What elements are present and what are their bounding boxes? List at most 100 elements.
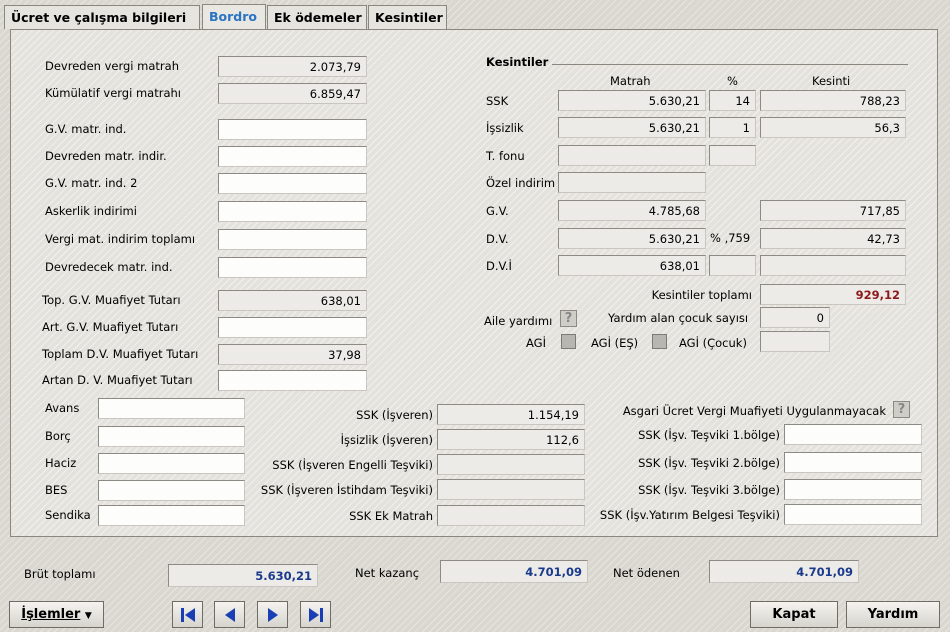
kapat-button[interactable]: Kapat	[750, 601, 838, 628]
yardim-label: Yardım	[867, 607, 919, 622]
left-row-label: Toplam D.V. Muafiyet Tutarı	[42, 347, 199, 361]
left-row-field[interactable]: 37,98	[218, 344, 367, 365]
isveren-row-field[interactable]: 112,6	[437, 429, 585, 450]
brut-toplami-value: 5.630,21	[168, 564, 318, 587]
agi-checkbox[interactable]	[561, 334, 576, 349]
dropdown-arrow-icon: ▼	[84, 611, 92, 621]
kesinti-pct-field[interactable]: 14	[709, 90, 756, 111]
tesvik-row-field[interactable]	[784, 424, 922, 445]
kesinti-row-label: D.V.	[486, 232, 509, 246]
prev-record-button[interactable]	[214, 601, 245, 628]
left-row-label: Top. G.V. Muafiyet Tutarı	[42, 293, 181, 307]
misc-row-field[interactable]	[98, 453, 245, 474]
left-row-field[interactable]	[218, 146, 367, 167]
misc-row-field[interactable]	[98, 398, 245, 419]
kesinti-value-field[interactable]: 717,85	[760, 200, 906, 221]
misc-row-label: Haciz	[45, 456, 77, 470]
next-record-icon	[268, 608, 278, 622]
left-row-label: Askerlik indirimi	[45, 204, 137, 218]
tesvik-row-label: SSK (İşv. Teşviki 3.bölge)	[638, 483, 780, 497]
left-row-field[interactable]	[218, 370, 367, 391]
aile-yardimi-label: Aile yardımı	[484, 314, 553, 328]
net-odenen-value: 4.701,09	[709, 560, 859, 583]
tesvik-row-field[interactable]	[784, 479, 922, 500]
kesintiler-toplami-label: Kesintiler toplamı	[651, 288, 752, 302]
kapat-label: Kapat	[772, 607, 816, 622]
misc-row-field[interactable]	[98, 505, 245, 526]
left-row-field[interactable]: 6.859,47	[218, 83, 367, 104]
tesvik-row-label: SSK (İşv.Yatırım Belgesi Teşviki)	[599, 508, 780, 522]
kesinti-value-field[interactable]	[760, 255, 906, 276]
kesinti-row-label: İşsizlik	[486, 121, 524, 135]
left-row-label: Vergi mat. indirim toplamı	[45, 232, 196, 246]
kesinti-value-field[interactable]: 788,23	[760, 90, 906, 111]
first-record-button[interactable]	[172, 601, 203, 628]
isveren-row-field[interactable]	[437, 479, 585, 500]
left-row-label: Artan D. V. Muafiyet Tutarı	[42, 373, 193, 387]
left-row-field[interactable]: 2.073,79	[218, 56, 367, 77]
tesvik-row-field[interactable]	[784, 452, 922, 473]
kesinti-matrah-field[interactable]	[558, 145, 706, 166]
asgari-ucret-checkbox[interactable]: ?	[893, 401, 910, 418]
left-row-field[interactable]	[218, 119, 367, 140]
tab-ucret[interactable]: Ücret ve çalışma bilgileri	[4, 5, 200, 29]
next-record-button[interactable]	[257, 601, 288, 628]
misc-row-label: Sendika	[45, 508, 91, 522]
left-row-field[interactable]	[218, 173, 367, 194]
isveren-row-label: SSK Ek Matrah	[349, 509, 433, 523]
isveren-row-field[interactable]: 1.154,19	[437, 404, 585, 425]
last-record-icon	[309, 608, 323, 622]
kesinti-pct-field[interactable]	[709, 145, 756, 166]
kesinti-matrah-field[interactable]	[558, 172, 706, 193]
kesinti-matrah-field[interactable]: 5.630,21	[558, 90, 706, 111]
misc-row-label: Borç	[45, 429, 71, 443]
isveren-row-field[interactable]	[437, 505, 585, 526]
kesinti-pct-field[interactable]	[709, 255, 756, 276]
isveren-row-label: SSK (İşveren)	[356, 408, 433, 422]
tab-kesintiler[interactable]: Kesintiler	[368, 5, 447, 29]
isveren-row-label: SSK (İşveren İstihdam Teşviki)	[260, 483, 433, 497]
kesinti-matrah-field[interactable]: 638,01	[558, 255, 706, 276]
agi-label: AGİ	[526, 336, 546, 350]
misc-row-field[interactable]	[98, 426, 245, 447]
left-row-label: Devredecek matr. ind.	[45, 260, 173, 274]
left-row-field[interactable]	[218, 257, 367, 278]
left-row-label: Devreden vergi matrah	[45, 59, 179, 73]
kesinti-row-label: T. fonu	[486, 149, 525, 163]
kesintiler-separator	[552, 64, 908, 65]
isveren-row-field[interactable]	[437, 454, 585, 475]
islemler-button[interactable]: İşlemler ▼	[9, 601, 104, 628]
kesinti-value-field[interactable]: 56,3	[760, 117, 906, 138]
misc-row-field[interactable]	[98, 480, 245, 501]
agi-cocuk-field[interactable]	[760, 331, 830, 352]
tesvik-row-label: SSK (İşv. Teşviki 2.bölge)	[638, 456, 780, 470]
kesinti-pct-field[interactable]: % ,759	[709, 228, 756, 249]
left-row-field[interactable]	[218, 229, 367, 250]
agi-es-checkbox[interactable]	[652, 334, 667, 349]
tab-ek-odemeler[interactable]: Ek ödemeler	[267, 5, 367, 29]
kesinti-matrah-field[interactable]: 4.785,68	[558, 200, 706, 221]
col-pct: %	[727, 74, 738, 88]
kesinti-matrah-field[interactable]: 5.630,21	[558, 228, 706, 249]
islemler-label: İşlemler	[21, 607, 81, 622]
kesinti-matrah-field[interactable]: 5.630,21	[558, 117, 706, 138]
left-row-field[interactable]: 638,01	[218, 290, 367, 311]
isveren-row-label: İşsizlik (İşveren)	[340, 433, 433, 447]
kesinti-row-label: Özel indirim	[486, 176, 556, 190]
net-kazanc-label: Net kazanç	[355, 566, 420, 580]
left-row-label: Kümülatif vergi matrahı	[45, 86, 181, 100]
kesinti-value-field[interactable]: 42,73	[760, 228, 906, 249]
tesvik-row-field[interactable]	[784, 504, 922, 525]
asgari-ucret-label: Asgari Ücret Vergi Muafiyeti Uygulanmaya…	[622, 404, 886, 418]
net-kazanc-value: 4.701,09	[440, 560, 588, 583]
cocuk-sayisi-field[interactable]: 0	[760, 307, 830, 328]
last-record-button[interactable]	[300, 601, 331, 628]
kesinti-row-label: D.V.İ	[486, 259, 512, 273]
yardim-button[interactable]: Yardım	[846, 601, 940, 628]
isveren-row-label: SSK (İşveren Engelli Teşviki)	[272, 458, 433, 472]
kesinti-pct-field[interactable]: 1	[709, 117, 756, 138]
left-row-field[interactable]	[218, 201, 367, 222]
tab-bordro[interactable]: Bordro	[202, 4, 266, 30]
left-row-field[interactable]	[218, 317, 367, 338]
aile-yardimi-checkbox[interactable]: ?	[560, 310, 577, 327]
